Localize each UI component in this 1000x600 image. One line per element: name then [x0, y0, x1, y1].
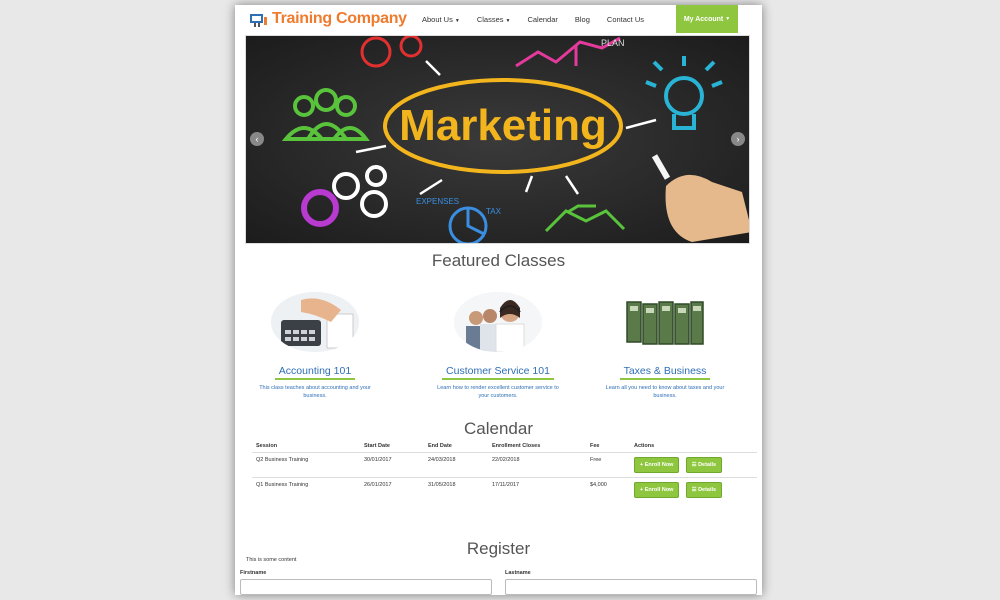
details-button[interactable]: ☰ Details: [685, 457, 723, 473]
course-title-accounting[interactable]: Accounting 101: [274, 365, 356, 380]
customer-service-image: [454, 292, 542, 352]
table-row: Q2 Business Training 30/01/2017 24/03/20…: [252, 452, 757, 478]
top-navbar: Training Company About Us ▼ Classes ▼ Cale…: [235, 5, 762, 33]
col-actions: Actions: [634, 443, 655, 449]
col-enrollment-closes: Enrollment Closes: [492, 443, 541, 449]
firstname-label: Firstname: [240, 570, 267, 576]
course-title-customer-service[interactable]: Customer Service 101: [442, 365, 554, 380]
list-icon: ☰: [691, 462, 697, 468]
slider-label-plan: PLAN: [601, 38, 625, 48]
col-end-date: End Date: [428, 443, 452, 449]
details-button[interactable]: ☰ Details: [685, 482, 723, 498]
slider-label-tax: TAX: [486, 207, 502, 216]
col-session: Session: [256, 443, 278, 449]
nav-classes[interactable]: Classes ▼: [477, 15, 511, 24]
course-card-customer-service: Customer Service 101 Learn how to render…: [418, 292, 578, 401]
caret-down-icon: ▼: [725, 16, 731, 22]
cell-fee: $4,000: [586, 477, 630, 502]
details-label: Details: [698, 487, 717, 493]
slider-main-word: Marketing: [399, 101, 607, 150]
my-account-label: My Account: [683, 15, 724, 23]
cell-enrollment-closes: 22/02/2018: [488, 452, 586, 478]
course-title-taxes[interactable]: Taxes & Business: [619, 365, 711, 380]
table-row: Q1 Business Training 26/01/2017 31/05/20…: [252, 477, 757, 502]
my-account-button[interactable]: My Account ▼: [676, 5, 738, 33]
course-desc-accounting: This class teaches about accounting and …: [259, 385, 371, 400]
course-card-accounting: Accounting 101 This class teaches about …: [235, 292, 395, 401]
nav-contact-us[interactable]: Contact Us: [607, 15, 644, 24]
cell-fee: Free: [586, 452, 630, 478]
cell-end-date: 24/03/2018: [424, 452, 488, 478]
cell-enrollment-closes: 17/11/2017: [488, 477, 586, 502]
cell-session: Q1 Business Training: [252, 477, 360, 502]
caret-down-icon: ▼: [454, 18, 460, 24]
accounting-image: [271, 292, 359, 352]
cell-session: Q2 Business Training: [252, 452, 360, 478]
nav-links: About Us ▼ Classes ▼ Calendar Blog Contact…: [422, 15, 661, 24]
list-icon: ☰: [691, 487, 697, 493]
course-card-taxes: Taxes & Business Learn all you need to k…: [585, 292, 745, 401]
featured-classes-title: Featured Classes: [431, 251, 566, 270]
marketing-chalkboard-image: Marketing PLAN EXPENSES TAX: [246, 36, 749, 243]
logo[interactable]: Training Company: [249, 10, 407, 28]
brand-name: Training Company: [272, 10, 407, 27]
firstname-field[interactable]: [240, 579, 492, 595]
cell-start-date: 30/01/2017: [360, 452, 424, 478]
chevron-right-icon[interactable]: ›: [731, 132, 745, 146]
table-header-row: Session Start Date End Date Enrollment C…: [252, 440, 757, 453]
taxes-image: [621, 292, 709, 352]
cell-start-date: 26/01/2017: [360, 477, 424, 502]
cell-actions: + Enroll Now ☰ Details: [630, 452, 757, 478]
course-desc-customer-service: Learn how to render excellent customer s…: [437, 385, 559, 400]
enroll-now-button[interactable]: + Enroll Now: [634, 482, 680, 498]
cell-end-date: 31/05/2018: [424, 477, 488, 502]
enroll-now-button[interactable]: + Enroll Now: [634, 457, 680, 473]
details-label: Details: [698, 462, 717, 468]
cell-actions: + Enroll Now ☰ Details: [630, 477, 757, 502]
slider-label-expenses: EXPENSES: [416, 197, 459, 206]
calendar-table: Session Start Date End Date Enrollment C…: [252, 440, 757, 502]
caret-down-icon: ▼: [505, 18, 511, 24]
lastname-label: Lastname: [505, 570, 531, 576]
nav-about-us[interactable]: About Us ▼: [422, 15, 460, 24]
register-title: Register: [466, 539, 531, 558]
logo-icon: [249, 11, 269, 27]
course-desc-taxes: Learn all you need to know about taxes a…: [605, 385, 725, 400]
nav-calendar[interactable]: Calendar: [527, 15, 557, 24]
col-start-date: Start Date: [364, 443, 390, 449]
register-content-text: This is some content: [246, 557, 297, 563]
calendar-title: Calendar: [464, 419, 533, 438]
hero-slider: Marketing PLAN EXPENSES TAX ‹ ›: [245, 35, 750, 244]
chevron-left-icon[interactable]: ‹: [250, 132, 264, 146]
lastname-field[interactable]: [505, 579, 757, 595]
col-fee: Fee: [590, 443, 600, 449]
website-page: Training Company About Us ▼ Classes ▼ Cale…: [235, 5, 762, 595]
nav-blog[interactable]: Blog: [575, 15, 590, 24]
